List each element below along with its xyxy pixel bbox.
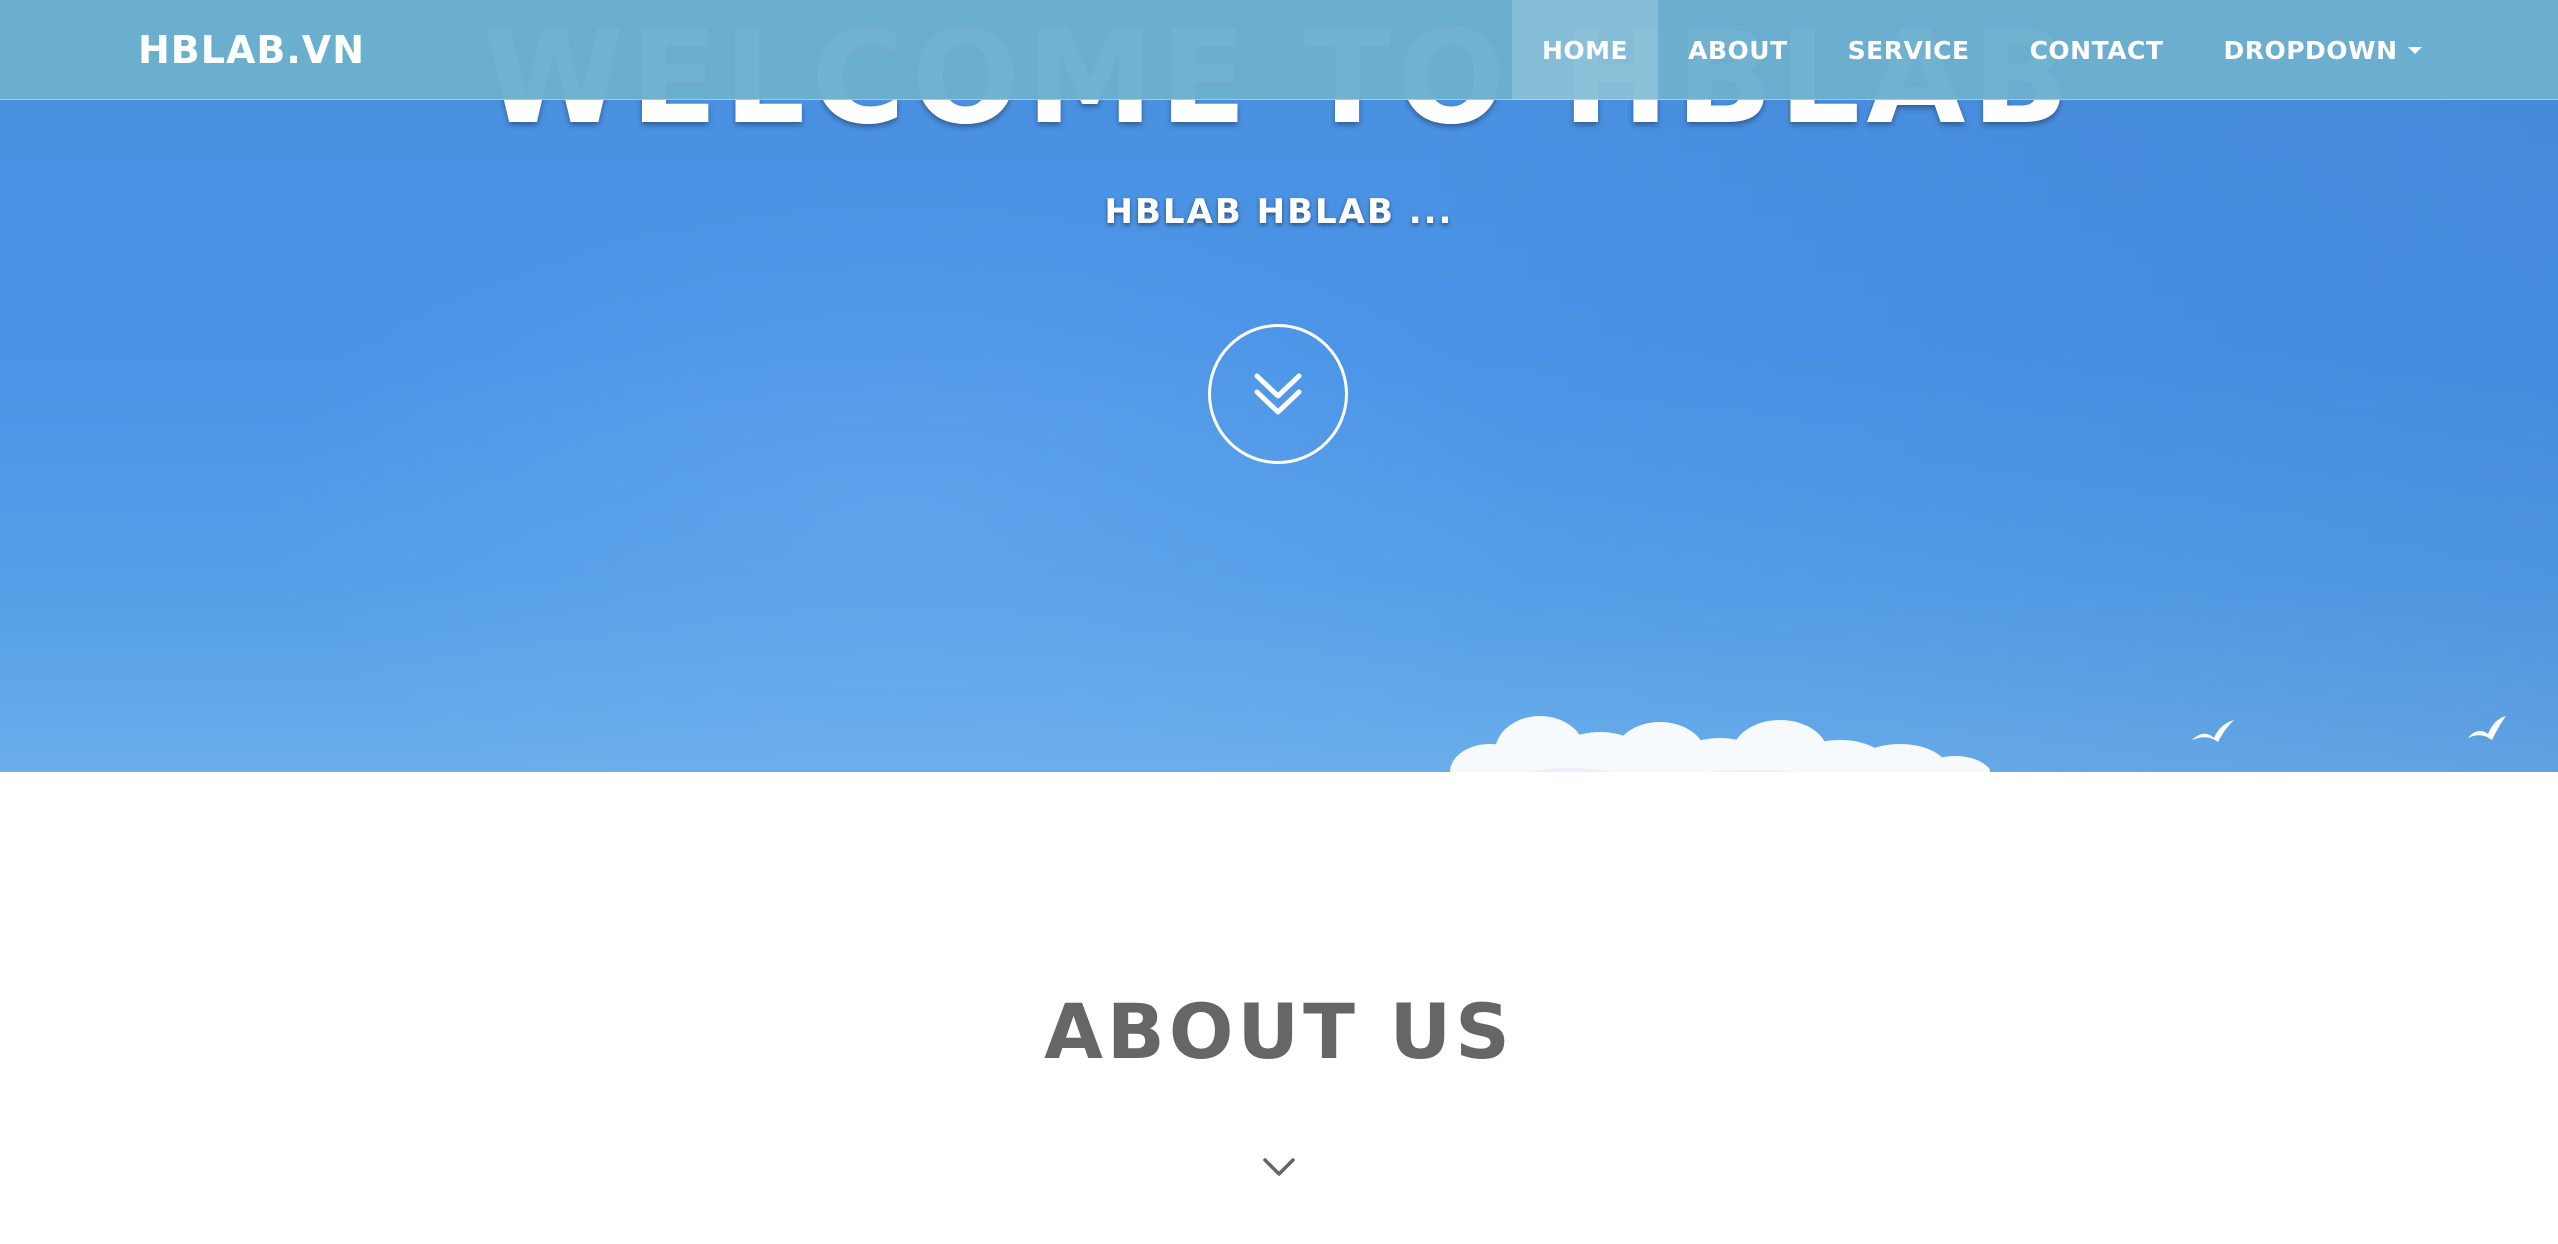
nav-item-service[interactable]: SERVICE: [1818, 0, 2000, 100]
about-section: ABOUT US: [0, 772, 2558, 1244]
nav-item-label: SERVICE: [1847, 35, 1970, 65]
scroll-down-button[interactable]: [1208, 324, 1348, 464]
nav-item-contact[interactable]: CONTACT: [2000, 0, 2194, 100]
bird-icon: [2468, 716, 2506, 740]
nav-item-label: CONTACT: [2029, 35, 2164, 65]
about-title: ABOUT US: [1044, 987, 1514, 1076]
chevron-down-icon: [1263, 1158, 1295, 1176]
nav-item-about[interactable]: ABOUT: [1658, 0, 1818, 100]
nav-menu: HOME ABOUT SERVICE CONTACT DROPDOWN: [1512, 0, 2452, 100]
bird-icon: [2192, 720, 2234, 742]
nav-item-label: DROPDOWN: [2223, 35, 2398, 65]
nav-item-label: HOME: [1542, 35, 1629, 65]
nav-item-home[interactable]: HOME: [1512, 0, 1659, 100]
hero-section: WELCOME TO HBLAB HBLAB HBLAB ...: [0, 0, 2558, 772]
brand-logo[interactable]: HBLAB.VN: [138, 0, 365, 100]
nav-item-label: ABOUT: [1688, 35, 1788, 65]
double-chevron-down-icon: [1254, 373, 1302, 415]
nav-item-dropdown[interactable]: DROPDOWN: [2193, 0, 2451, 100]
caret-down-icon: [2407, 46, 2422, 54]
cloud-decoration: [1450, 716, 1990, 772]
hero-subtitle: HBLAB HBLAB ...: [1104, 192, 1454, 232]
navbar: HBLAB.VN HOME ABOUT SERVICE CONTACT DROP…: [0, 0, 2558, 100]
